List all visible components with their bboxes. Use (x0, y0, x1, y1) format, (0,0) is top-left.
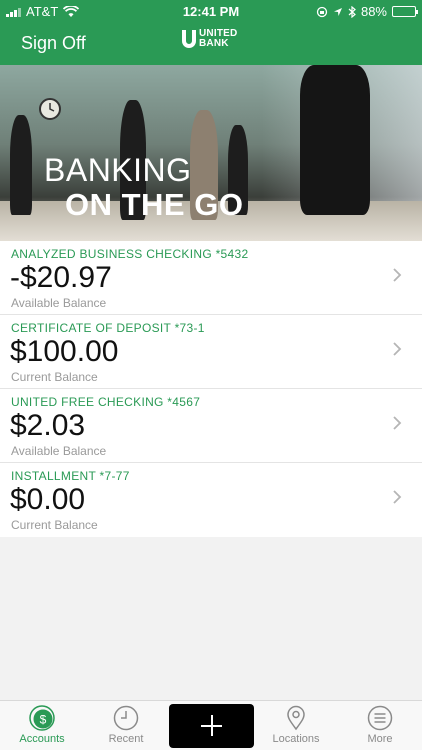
battery-percent: 88% (360, 4, 387, 19)
battery-icon (392, 6, 418, 17)
tab-recent[interactable]: Recent (84, 701, 168, 750)
chevron-right-icon (393, 490, 402, 504)
clock-icon (113, 705, 139, 731)
account-balance: -$20.97 (10, 261, 112, 294)
united-bank-logo: UNITED BANK (181, 29, 237, 49)
status-right: 88% (316, 4, 418, 19)
pedestrian-silhouette (300, 65, 370, 215)
balance-label: Current Balance (11, 518, 98, 532)
status-bar: AT&T 12:41 PM 88% (0, 0, 422, 22)
balance-label: Available Balance (11, 296, 107, 310)
account-name: INSTALLMENT *7-77 (11, 469, 130, 483)
tab-locations[interactable]: Locations (254, 701, 338, 750)
location-pin-icon (287, 705, 305, 731)
chevron-right-icon (393, 342, 402, 356)
sign-off-button[interactable]: Sign Off (21, 33, 86, 54)
tab-bar: $ Accounts Recent Locations More (0, 700, 422, 750)
tab-accounts[interactable]: $ Accounts (0, 701, 84, 750)
tab-accounts-label: Accounts (19, 733, 65, 745)
account-row[interactable]: UNITED FREE CHECKING *4567 $2.03 Availab… (0, 389, 422, 463)
hero-banner: BANKING ON THE GO (0, 65, 422, 241)
menu-icon (367, 705, 393, 731)
account-row[interactable]: CERTIFICATE OF DEPOSIT *73-1 $100.00 Cur… (0, 315, 422, 389)
tab-recent-label: Recent (108, 733, 144, 745)
rotation-lock-icon (316, 6, 328, 17)
hero-headline-1: BANKING (44, 152, 192, 188)
logo-text: UNITED BANK (199, 29, 237, 49)
clock-icon (39, 98, 61, 120)
tab-locations-label: Locations (272, 733, 320, 745)
account-name: ANALYZED BUSINESS CHECKING *5432 (11, 247, 249, 261)
account-name: UNITED FREE CHECKING *4567 (11, 395, 201, 409)
balance-label: Current Balance (11, 370, 98, 384)
chevron-right-icon (393, 416, 402, 430)
account-balance: $0.00 (10, 483, 86, 516)
account-balance: $100.00 (10, 335, 119, 368)
logo-line2: BANK (199, 38, 229, 49)
add-button[interactable] (169, 704, 254, 748)
tab-more[interactable]: More (338, 701, 422, 750)
nav-header: Sign Off UNITED BANK (0, 22, 422, 65)
tab-more-label: More (367, 733, 393, 745)
account-name: CERTIFICATE OF DEPOSIT *73-1 (11, 321, 205, 335)
location-arrow-icon (333, 7, 342, 16)
chevron-right-icon (393, 268, 402, 282)
account-list: ANALYZED BUSINESS CHECKING *5432 -$20.97… (0, 241, 422, 537)
pedestrian-silhouette (10, 115, 32, 215)
svg-text:$: $ (40, 713, 47, 727)
balance-label: Available Balance (11, 444, 107, 458)
account-balance: $2.03 (10, 409, 86, 442)
account-row[interactable]: INSTALLMENT *7-77 $0.00 Current Balance (0, 463, 422, 537)
hero-headline-2: ON THE GO (65, 187, 244, 222)
dollar-icon: $ (29, 705, 55, 731)
account-row[interactable]: ANALYZED BUSINESS CHECKING *5432 -$20.97… (0, 241, 422, 315)
united-bank-logo-mark (182, 30, 196, 48)
bluetooth-icon (348, 5, 356, 18)
